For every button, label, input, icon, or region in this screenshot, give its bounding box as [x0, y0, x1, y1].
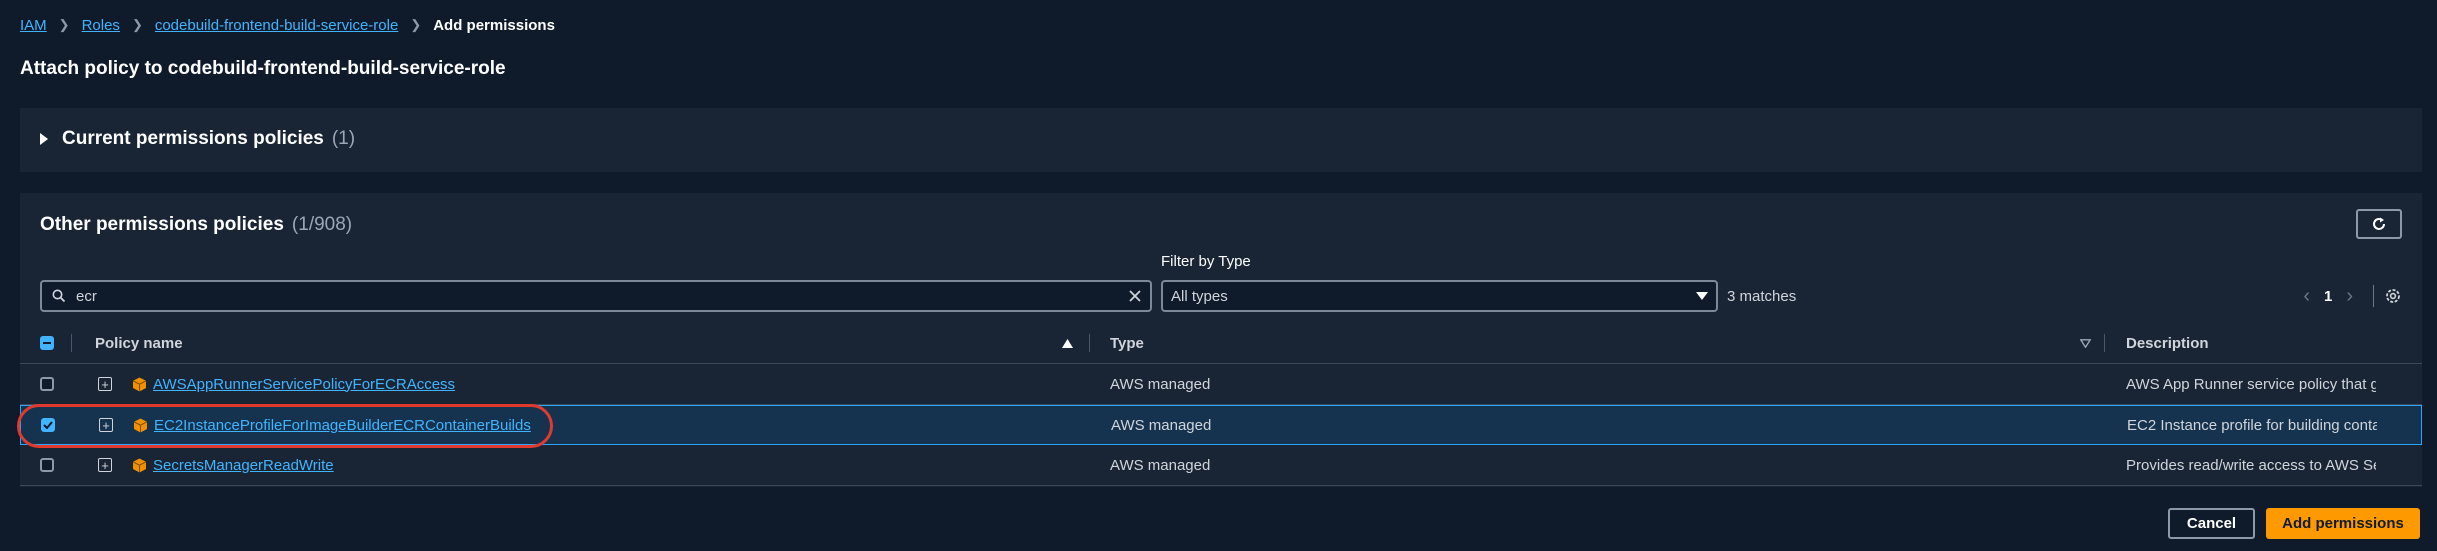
policy-type: AWS managed [1110, 375, 1211, 393]
row-select-cell [40, 445, 54, 485]
sort-toggle-icon[interactable] [2080, 323, 2091, 363]
settings-icon[interactable] [2384, 287, 2402, 305]
breadcrumb: IAM ❯ Roles ❯ codebuild-frontend-build-s… [20, 14, 555, 36]
policy-type: AWS managed [1111, 416, 1212, 434]
policy-description: EC2 Instance profile for building contai… [2127, 416, 2377, 434]
policy-icon [133, 405, 148, 445]
policies-table: Policy name Type Description + AWSAppRun… [20, 323, 2422, 486]
current-policies-expander[interactable]: Current permissions policies (1) [40, 128, 355, 150]
refresh-icon [2373, 217, 2385, 230]
breadcrumb-role[interactable]: codebuild-frontend-build-service-role [155, 17, 398, 34]
row-expand-cell: + [98, 364, 112, 404]
row-expand-cell: + [98, 445, 112, 485]
chevron-right-icon: ❯ [131, 17, 143, 32]
policy-icon [132, 364, 147, 404]
filter-by-type-label: Filter by Type [1161, 253, 1251, 270]
filter-type-value: All types [1171, 287, 1228, 305]
breadcrumb-iam[interactable]: IAM [20, 17, 47, 34]
next-page-icon[interactable]: › [2336, 285, 2363, 308]
chevron-right-icon: ❯ [58, 17, 70, 32]
select-all-cell [40, 323, 54, 363]
policy-type: AWS managed [1110, 456, 1211, 474]
add-permissions-button[interactable]: Add permissions [2266, 508, 2420, 539]
column-policy-name[interactable]: Policy name [95, 323, 183, 363]
policy-name-link[interactable]: SecretsManagerReadWrite [153, 457, 334, 474]
select-all-checkbox[interactable] [40, 336, 54, 350]
previous-page-icon[interactable]: ‹ [2293, 285, 2320, 308]
other-policies-heading: Other permissions policies (1/908) [40, 214, 352, 236]
policy-name-link[interactable]: EC2InstanceProfileForImageBuilderECRCont… [154, 417, 531, 434]
table-header: Policy name Type Description [20, 323, 2422, 364]
row-select-cell [41, 405, 55, 445]
expand-icon[interactable]: + [98, 458, 112, 472]
row-expand-cell: + [99, 405, 113, 445]
caret-right-icon [40, 133, 48, 145]
sort-ascending-icon[interactable] [1062, 323, 1073, 363]
refresh-button[interactable] [2356, 209, 2402, 239]
filter-type-select[interactable]: All types [1161, 280, 1718, 312]
pager-divider [2373, 285, 2374, 307]
row-checkbox[interactable] [41, 418, 55, 432]
policy-name-link[interactable]: AWSAppRunnerServicePolicyForECRAccess [153, 376, 455, 393]
expand-icon[interactable]: + [99, 418, 113, 432]
row-checkbox[interactable] [40, 377, 54, 391]
search-field [40, 280, 1152, 312]
search-input[interactable] [66, 287, 1128, 305]
cancel-button[interactable]: Cancel [2168, 508, 2255, 539]
column-divider [1089, 334, 1090, 352]
column-description[interactable]: Description [2126, 323, 2209, 363]
pagination: ‹ 1 › [2293, 280, 2402, 312]
table-row[interactable]: + EC2InstanceProfileForImageBuilderECRCo… [20, 405, 2422, 445]
policy-description: AWS App Runner service policy that gran.… [2126, 375, 2376, 393]
current-policies-title: Current permissions policies [62, 128, 324, 149]
policy-icon [132, 445, 147, 485]
other-policies-panel: Other permissions policies (1/908) Filter… [20, 193, 2422, 487]
caret-down-icon [1696, 292, 1708, 300]
policy-description: Provides read/write access to AWS Secre.… [2126, 456, 2376, 474]
breadcrumb-roles[interactable]: Roles [82, 17, 120, 34]
chevron-right-icon: ❯ [410, 17, 422, 32]
column-divider [71, 334, 72, 352]
page-number[interactable]: 1 [2320, 288, 2336, 305]
current-policies-panel: Current permissions policies (1) [20, 108, 2422, 172]
row-select-cell [40, 364, 54, 404]
other-policies-title: Other permissions policies [40, 214, 284, 235]
current-policies-count: (1) [331, 128, 356, 149]
table-row[interactable]: + AWSAppRunnerServicePolicyForECRAccess … [20, 364, 2422, 405]
matches-count: 3 matches [1727, 288, 1797, 305]
row-checkbox[interactable] [40, 458, 54, 472]
table-row[interactable]: + SecretsManagerReadWrite AWS managed Pr… [20, 445, 2422, 486]
other-policies-count: (1/908) [291, 214, 353, 235]
search-icon [52, 289, 66, 303]
column-divider [2104, 334, 2105, 352]
expand-icon[interactable]: + [98, 377, 112, 391]
clear-icon[interactable] [1128, 289, 1142, 303]
column-type[interactable]: Type [1110, 323, 1144, 363]
breadcrumb-current: Add permissions [433, 16, 555, 34]
page-title: Attach policy to codebuild-frontend-buil… [20, 58, 506, 79]
